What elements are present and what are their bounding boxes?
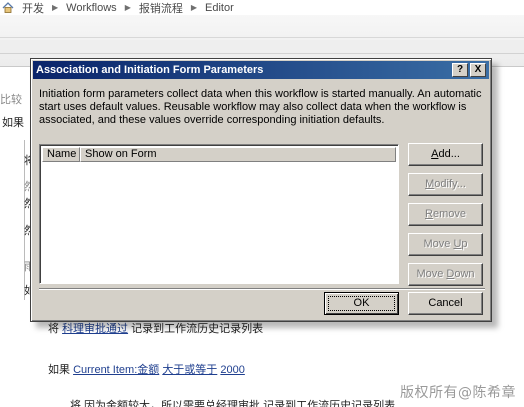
focus-rectangle: [328, 296, 395, 311]
move-down-button[interactable]: Move Down: [408, 263, 483, 286]
breadcrumb-item-editor[interactable]: Editor: [205, 2, 234, 14]
parameters-list[interactable]: Name Show on Form: [39, 144, 399, 284]
close-button[interactable]: X: [470, 63, 486, 77]
step-label-compare: 比较: [0, 94, 22, 106]
dialog-description: Initiation form parameters collect data …: [39, 88, 482, 126]
remove-button[interactable]: Remove: [408, 203, 483, 226]
move-up-button-label: p: [461, 238, 468, 250]
condition-keyword-top: 如果: [2, 117, 24, 129]
add-button-label: dd...: [438, 148, 460, 160]
editor-header-strip: [0, 40, 524, 54]
condition-value-link[interactable]: 2000: [220, 364, 244, 376]
workflow-condition: 如果 Current Item:金额 大于或等于 2000: [48, 361, 245, 377]
breadcrumb-item-dev[interactable]: 开发: [22, 0, 44, 16]
modify-button-label: odify...: [434, 178, 466, 190]
column-header-name[interactable]: Name: [42, 147, 80, 162]
add-button[interactable]: Add...: [408, 143, 483, 166]
modify-button-mnemonic: M: [425, 178, 435, 190]
home-icon[interactable]: [2, 2, 14, 13]
remove-button-label: emove: [432, 208, 466, 220]
move-up-button-prefix: Move: [423, 238, 454, 250]
association-initiation-dialog: Association and Initiation Form Paramete…: [30, 58, 492, 322]
remove-button-mnemonic: R: [425, 208, 433, 220]
move-down-button-label: own: [454, 268, 475, 280]
column-header-show-on-form[interactable]: Show on Form: [80, 147, 396, 162]
cancel-button[interactable]: Cancel: [408, 292, 483, 315]
move-down-button-prefix: Move: [416, 268, 447, 280]
help-button[interactable]: ?: [452, 63, 468, 77]
breadcrumb-item-workflow-name[interactable]: 报销流程: [139, 0, 183, 16]
workflow-action-log-2: 将 因为金额较大，所以需要总经理审批 记录到工作流历史记录列表: [70, 400, 396, 407]
condition-keyword: 如果: [48, 364, 70, 376]
condition-operator-link[interactable]: 大于或等于: [162, 364, 217, 376]
breadcrumb: 开发 ▶ Workflows ▶ 报销流程 ▶ Editor: [0, 0, 524, 15]
copyright-watermark: 版权所有@陈希章: [400, 385, 516, 401]
chevron-right-icon: ▶: [52, 3, 59, 12]
modify-button[interactable]: Modify...: [408, 173, 483, 196]
breadcrumb-item-workflows[interactable]: Workflows: [66, 2, 117, 14]
move-up-button[interactable]: Move Up: [408, 233, 483, 256]
toolbar-divider: [0, 37, 524, 38]
dialog-divider: [39, 288, 485, 290]
dialog-title-bar[interactable]: Association and Initiation Form Paramete…: [33, 61, 489, 79]
chevron-right-icon: ▶: [124, 3, 131, 12]
parameters-list-header: Name Show on Form: [42, 147, 396, 162]
ok-button[interactable]: OK: [324, 292, 399, 315]
dialog-title: Association and Initiation Form Paramete…: [36, 64, 264, 76]
condition-field-link[interactable]: Current Item:金额: [73, 364, 159, 376]
chevron-right-icon: ▶: [190, 3, 197, 12]
